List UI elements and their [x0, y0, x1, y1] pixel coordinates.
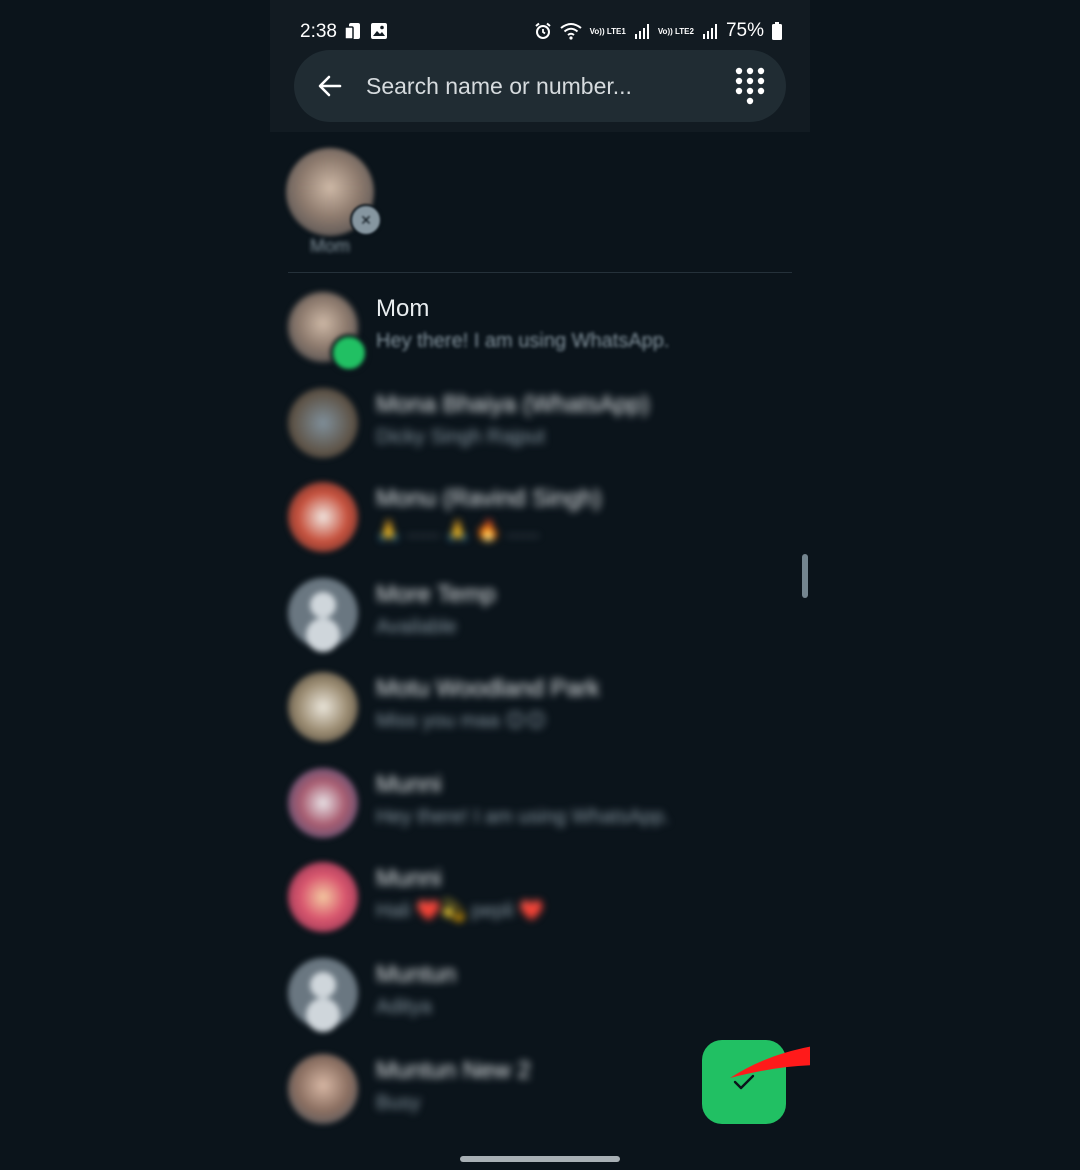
avatar: [288, 958, 358, 1028]
contact-row[interactable]: Munni Hey there! I am using WhatsApp.: [270, 756, 810, 850]
contact-row[interactable]: Motu Woodland Park Miss you maa 😊😊: [270, 660, 810, 754]
contact-name: Munni: [376, 771, 442, 798]
signal-icon: [702, 24, 717, 39]
signal-icon: [634, 24, 649, 39]
contact-name: More Temp: [376, 581, 496, 608]
contact-row[interactable]: Mona Bhaiya (WhatsApp) Dicky Singh Rajpu…: [270, 376, 810, 470]
search-input[interactable]: [366, 68, 706, 104]
battery-percent: 75%: [725, 20, 764, 41]
page: 2:38 Vo)) LTE1 Vo)) LTE2 75% Search name…: [0, 0, 1080, 1170]
avatar: [288, 578, 358, 648]
close-icon[interactable]: ✕: [350, 204, 382, 236]
sim1-label: Vo)) LTE1: [589, 26, 626, 36]
status-left-icons: [344, 22, 388, 42]
red-arrow-annotation: [730, 1046, 810, 1078]
alarm-icon: [535, 22, 551, 39]
avatar: [288, 482, 358, 552]
contact-name: Munni: [376, 865, 442, 892]
phone-screen: 2:38 Vo)) LTE1 Vo)) LTE2 75% Search name…: [270, 0, 810, 1170]
contact-status: Dicky Singh Rajput: [376, 426, 545, 448]
avatar: [288, 672, 358, 742]
contact-status: Hali ❤️💫 pepli ❤️: [376, 900, 545, 922]
avatar: [288, 1054, 358, 1124]
avatar: [288, 768, 358, 838]
wifi-icon: [560, 23, 582, 40]
contact-name: Monu (Ravind Singh): [376, 485, 602, 512]
search-bar[interactable]: [294, 50, 786, 122]
contact-name: Muntun: [376, 961, 457, 988]
header-area: 2:38 Vo)) LTE1 Vo)) LTE2 75% Search name…: [270, 0, 810, 132]
contact-status: Hey there! I am using WhatsApp.: [376, 330, 670, 352]
contact-status: Hey there! I am using WhatsApp.: [376, 806, 670, 828]
contact-name: Mom: [376, 295, 430, 322]
contact-row[interactable]: Munni Hali ❤️💫 pepli ❤️: [270, 850, 810, 944]
status-time: 2:38: [300, 21, 337, 42]
contact-status: Available: [376, 616, 457, 638]
gallery-icon: [371, 23, 387, 39]
status-right-icons: Vo)) LTE1 Vo)) LTE2 75%: [534, 20, 782, 42]
contact-status: Miss you maa 😊😊: [376, 710, 547, 732]
contact-status: Aditya: [376, 996, 432, 1018]
selected-chip-label: Mom: [310, 236, 350, 256]
battery-icon: [772, 22, 782, 40]
home-indicator[interactable]: [460, 1156, 620, 1162]
screen-mirror-icon: [344, 23, 360, 40]
avatar: [288, 862, 358, 932]
status-bar: 2:38 Vo)) LTE1 Vo)) LTE2 75%: [270, 0, 810, 48]
contact-name: Mona Bhaiya (WhatsApp): [376, 391, 650, 418]
arrow-left-icon[interactable]: [316, 72, 344, 100]
contact-row[interactable]: Mom Hey there! I am using WhatsApp.: [270, 280, 810, 374]
contact-row[interactable]: More Temp Available: [270, 566, 810, 660]
scrollbar-thumb[interactable]: [802, 554, 808, 598]
dialpad-icon[interactable]: [734, 66, 766, 106]
selected-check-icon: [330, 334, 368, 372]
sim2-label: Vo)) LTE2: [657, 26, 694, 36]
contact-status: 🙏 ...... 🙏 🔥 ......: [376, 520, 540, 542]
contact-row[interactable]: Muntun Aditya: [270, 946, 810, 1040]
contact-name: Motu Woodland Park: [376, 675, 600, 702]
selected-contacts-strip: ✕ Mom: [270, 132, 810, 272]
divider: [288, 272, 792, 273]
contact-row[interactable]: Monu (Ravind Singh) 🙏 ...... 🙏 🔥 ......: [270, 470, 810, 564]
avatar: [288, 388, 358, 458]
